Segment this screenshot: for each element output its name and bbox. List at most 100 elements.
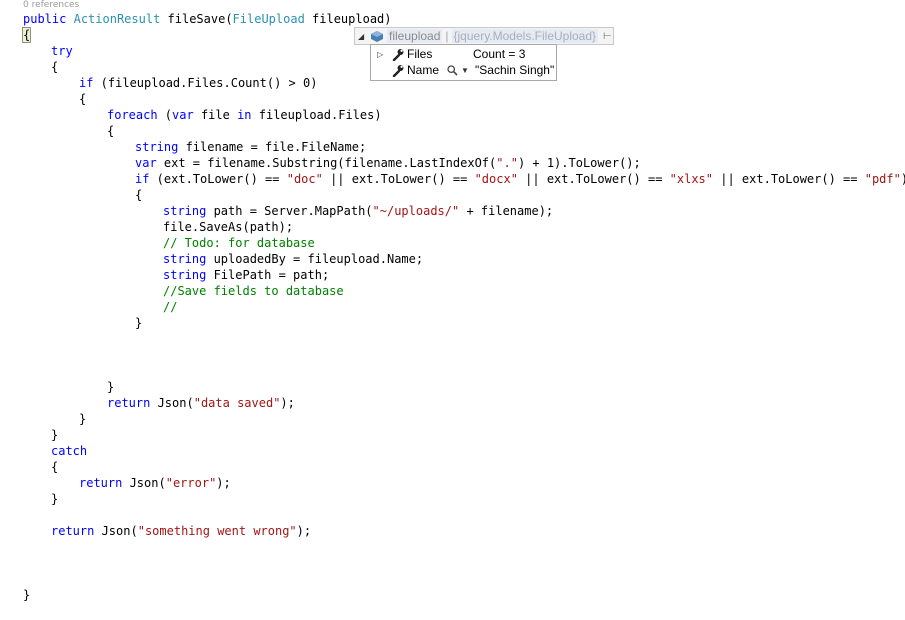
- kw-in: in: [237, 108, 252, 122]
- code-line: }: [135, 316, 143, 330]
- wrench-icon: [392, 64, 404, 77]
- code-text: ): [901, 172, 905, 186]
- code-line: return Json("data saved");: [107, 395, 295, 411]
- string-literal: "doc": [286, 172, 323, 186]
- string-literal: "data saved": [193, 396, 281, 410]
- param-name: fileupload): [304, 12, 392, 26]
- string-literal: "error": [165, 476, 217, 490]
- code-line: {: [51, 460, 59, 474]
- code-text: filename = file.FileName;: [178, 140, 367, 154]
- code-text: FilePath = path;: [206, 268, 330, 282]
- code-text: file: [193, 108, 238, 122]
- code-text: (ext.ToLower() ==: [149, 172, 287, 186]
- member-value[interactable]: "Sachin Singh": [475, 63, 554, 77]
- kw-if: if: [135, 172, 150, 186]
- code-line: return Json("error");: [79, 475, 231, 491]
- code-text: || ext.ToLower() ==: [517, 172, 670, 186]
- code-text: uploadedBy = fileupload.Name;: [206, 252, 424, 266]
- code-text: );: [280, 396, 295, 410]
- string-literal: "~/uploads/": [372, 204, 460, 218]
- code-line: string FilePath = path;: [163, 267, 329, 283]
- member-value: Count = 3: [473, 47, 526, 61]
- pin-icon[interactable]: ⊢: [603, 31, 612, 42]
- dropdown-arrow-icon[interactable]: ▼: [461, 66, 469, 75]
- code-text: ) + 1).ToLower();: [517, 156, 641, 170]
- code-line: {: [107, 124, 115, 138]
- code-line: string path = Server.MapPath("~/uploads/…: [163, 203, 553, 219]
- code-line: if (fileupload.Files.Count() > 0): [79, 75, 317, 91]
- expand-triangle-icon[interactable]: ▷: [377, 50, 383, 59]
- datatip-var-value: {jquery.Models.FileUpload}: [451, 29, 599, 43]
- code-line: if (ext.ToLower() == "doc" || ext.ToLowe…: [135, 171, 905, 187]
- string-literal: ".": [496, 156, 518, 170]
- kw-var: var: [135, 156, 157, 170]
- code-line: }: [51, 428, 59, 442]
- datatip-row-files[interactable]: ▷ Files Count = 3: [371, 46, 556, 62]
- datatip-header[interactable]: ◢ fileupload | {jquery.Models.FileUpload…: [354, 27, 614, 45]
- code-text: || ext.ToLower() ==: [322, 172, 475, 186]
- object-icon: [371, 30, 383, 42]
- code-text: Json(: [122, 476, 166, 490]
- kw-string: string: [163, 204, 207, 218]
- code-line: foreach (var file in fileupload.Files): [107, 107, 382, 123]
- code-text: path = Server.MapPath(: [206, 204, 373, 218]
- param-type: FileUpload: [232, 12, 305, 26]
- datatip-var-name: fileupload: [387, 29, 443, 43]
- code-line: }: [107, 380, 115, 394]
- kw-string: string: [163, 252, 207, 266]
- method-signature: public ActionResult fileSave(FileUpload …: [23, 11, 392, 27]
- code-text: );: [216, 476, 231, 490]
- code-text: || ext.ToLower() ==: [713, 172, 865, 186]
- code-line: string uploadedBy = fileupload.Name;: [163, 251, 423, 267]
- code-line: {: [135, 188, 143, 202]
- code-line: {: [51, 60, 59, 74]
- code-text: fileupload.Files): [251, 108, 382, 122]
- code-text: (: [157, 108, 173, 122]
- matched-brace: {: [21, 27, 32, 43]
- string-literal: "xlxs": [669, 172, 714, 186]
- kw-string: string: [163, 268, 207, 282]
- code-line: var ext = filename.Substring(filename.La…: [135, 155, 641, 171]
- string-literal: "something went wrong": [137, 524, 297, 538]
- code-line: {: [21, 27, 32, 43]
- wrench-icon: [392, 48, 404, 61]
- code-text: + filename);: [459, 204, 554, 218]
- return-type: ActionResult: [73, 12, 161, 26]
- kw-string: string: [135, 140, 179, 154]
- code-comment: // Todo: for database: [163, 236, 315, 250]
- code-line: file.SaveAs(path);: [163, 220, 294, 234]
- code-text: ext = filename.Substring(filename.LastIn…: [156, 156, 497, 170]
- kw-foreach: foreach: [107, 108, 158, 122]
- kw-return: return: [107, 396, 151, 410]
- datatip-members: ▷ Files Count = 3 Name ▼ "Sachin Singh": [370, 44, 557, 81]
- kw-var: var: [172, 108, 194, 122]
- datatip-separator: |: [445, 29, 449, 43]
- code-line: string filename = file.FileName;: [135, 139, 366, 155]
- code-line: {: [79, 92, 87, 106]
- codelens-references[interactable]: 0 references: [23, 0, 79, 10]
- code-line: }: [79, 412, 87, 426]
- member-name: Files: [407, 47, 433, 61]
- code-line: try: [51, 44, 73, 58]
- code-line: return Json("something went wrong");: [51, 523, 311, 539]
- kw-if: if: [79, 76, 94, 90]
- code-editor[interactable]: 0 references public ActionResult fileSav…: [0, 0, 905, 620]
- collapse-triangle-icon[interactable]: ◢: [358, 32, 368, 41]
- code-line: }: [23, 588, 31, 602]
- code-text: Json(: [94, 524, 138, 538]
- kw-public: public: [23, 12, 67, 26]
- datatip-row-name[interactable]: Name ▼ "Sachin Singh": [371, 62, 556, 78]
- code-text: (fileupload.Files.Count() > 0): [93, 76, 318, 90]
- kw-return: return: [51, 524, 95, 538]
- code-line: catch: [51, 444, 88, 458]
- method-name: fileSave(: [160, 12, 233, 26]
- string-literal: "docx": [474, 172, 518, 186]
- code-comment: //Save fields to database: [163, 284, 344, 298]
- member-name: Name: [407, 63, 440, 77]
- code-text: Json(: [150, 396, 194, 410]
- code-comment: //: [163, 300, 178, 314]
- string-literal: "pdf": [864, 172, 901, 186]
- kw-return: return: [79, 476, 123, 490]
- magnifier-icon[interactable]: [447, 64, 458, 76]
- code-text: );: [296, 524, 312, 538]
